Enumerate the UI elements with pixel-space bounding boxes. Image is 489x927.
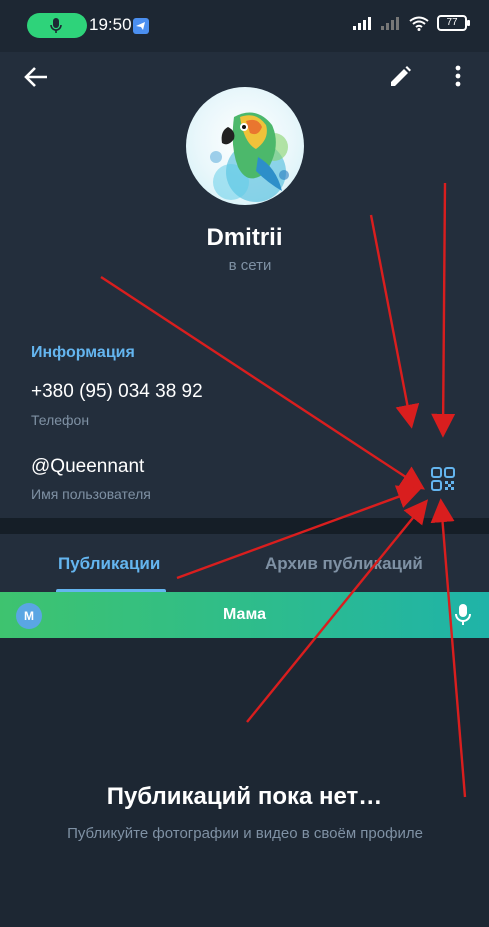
tab-publications[interactable]: Публикации: [58, 554, 160, 574]
battery-icon: 77: [437, 15, 470, 31]
wifi-icon: [409, 16, 429, 31]
active-mic-indicator[interactable]: [27, 13, 87, 38]
qr-code-icon: [431, 467, 455, 491]
empty-state-title: Публикаций пока нет…: [106, 783, 383, 810]
ongoing-call-bar[interactable]: M Мама: [0, 592, 489, 638]
edit-button[interactable]: [387, 64, 413, 90]
profile-screen: 19:50 77 Dmitrii в сети Информация +380 …: [0, 0, 489, 927]
section-divider: [0, 518, 489, 534]
phone-label: Телефон: [31, 412, 90, 428]
call-contact-name: Мама: [223, 606, 266, 623]
mic-icon[interactable]: [454, 603, 472, 627]
more-button[interactable]: [448, 62, 468, 92]
signal-icon: [353, 17, 371, 30]
qr-code-button[interactable]: [430, 466, 456, 492]
pencil-icon: [391, 66, 411, 86]
tab-publications-archive[interactable]: Архив публикаций: [265, 554, 423, 574]
status-icons: 77: [353, 15, 470, 31]
online-status: в сети: [228, 257, 272, 274]
telegram-icon: [133, 18, 149, 34]
status-bar: 19:50 77: [0, 0, 489, 52]
mic-icon: [50, 18, 62, 33]
username[interactable]: @Queennant: [31, 456, 144, 478]
profile-name: Dmitrii: [0, 224, 489, 252]
media-tabs: Публикации Архив публикаций: [0, 534, 489, 592]
status-time: 19:50: [89, 15, 132, 34]
username-label: Имя пользователя: [31, 486, 151, 502]
parrot-image: [210, 112, 289, 202]
signal-off-icon: [381, 17, 399, 30]
back-button[interactable]: [22, 62, 52, 92]
info-title: Информация: [31, 344, 135, 361]
profile-name-text: Dmitrii: [206, 224, 283, 251]
profile-header: Dmitrii в сети: [0, 52, 489, 320]
more-vert-icon: [455, 65, 461, 87]
info-section: Информация +380 (95) 034 38 92 Телефон @…: [0, 320, 489, 518]
empty-state-subtitle: Публикуйте фотографии и видео в своём пр…: [67, 825, 423, 842]
profile-avatar[interactable]: [186, 87, 304, 205]
phone-number[interactable]: +380 (95) 034 38 92: [31, 381, 203, 403]
arrow-left-icon: [24, 67, 47, 87]
